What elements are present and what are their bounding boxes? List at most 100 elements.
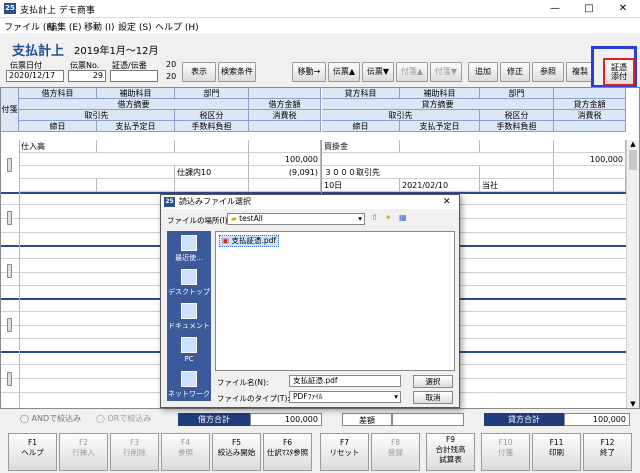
add-button[interactable]: 追加 (468, 62, 498, 82)
cell-credit-memo[interactable] (322, 153, 554, 166)
cell-debit-memo[interactable] (19, 153, 249, 166)
select-button[interactable]: 選択 (413, 375, 453, 388)
fkey-label: 登録 (388, 448, 403, 457)
desktop-icon (181, 269, 197, 285)
look-in-select[interactable]: ▰ testAll ▾ (227, 213, 365, 225)
maximize-button[interactable]: □ (572, 0, 606, 18)
cell-debit-close[interactable] (19, 179, 97, 192)
f12-exit-button[interactable]: F12 終了 (583, 433, 632, 471)
year-bottom: 20 (166, 72, 177, 81)
cell-debit-dept[interactable] (175, 140, 249, 153)
f2-insert-row-button[interactable]: F2 行挿入 (59, 433, 108, 471)
view-menu-icon[interactable]: ▦ (399, 213, 407, 222)
f1-help-button[interactable]: F1 ヘルプ (8, 433, 57, 471)
cell-credit-account[interactable]: 買掛金 (322, 140, 400, 153)
hdr-credit-sub: 補助科目 (400, 88, 480, 99)
f11-print-button[interactable]: F11 印刷 (532, 433, 581, 471)
dialog-app-icon: 25 (164, 197, 175, 207)
scroll-thumb[interactable] (629, 150, 637, 170)
slip-up-button[interactable]: 伝票▲ (328, 62, 360, 82)
dialog-close-button[interactable]: ✕ (443, 195, 451, 209)
credit-total-value: 100,000 (564, 413, 630, 426)
cell-credit-fee[interactable]: 当社 (480, 179, 554, 192)
cell-debit-partner[interactable] (19, 166, 175, 179)
f3-delete-row-button[interactable]: F3 行削除 (110, 433, 159, 471)
move-button[interactable]: 移動→ (292, 62, 326, 82)
proof-field[interactable] (110, 70, 158, 82)
cell-debit-amount[interactable]: 100,000 (249, 153, 321, 166)
cell-debit-paydate[interactable] (97, 179, 175, 192)
file-item-name: 支払証憑.pdf (231, 236, 277, 245)
places-bar: 最近使... デスクトップ ドキュメント PC ネットワーク (167, 231, 211, 401)
menu-settings[interactable]: 設定 (S) (118, 20, 152, 33)
cell-credit-sub[interactable] (400, 140, 480, 153)
cell-credit-blank2[interactable] (554, 179, 626, 192)
menu-edit[interactable]: 編集 (E) (48, 20, 82, 33)
menu-help[interactable]: ヘルプ (H) (155, 20, 199, 33)
row-marker[interactable] (7, 318, 12, 332)
f5-filter-start-button[interactable]: F5 絞込み開始 (212, 433, 261, 471)
cell-credit-amount[interactable]: 100,000 (554, 153, 626, 166)
filetype-label: ファイルのタイプ(T): (217, 394, 290, 403)
search-conditions-button[interactable]: 検索条件 (218, 62, 256, 82)
slip-down-button[interactable]: 伝票▼ (362, 62, 394, 82)
filetype-select[interactable]: PDFﾌｧｲﾙ ▾ (289, 391, 401, 403)
hdr-debit-account: 借方科目 (19, 88, 97, 99)
f10-tag-button[interactable]: F10 付箋 (481, 433, 530, 471)
date-field[interactable]: 2020/12/17 (6, 70, 64, 82)
and-filter-radio[interactable]: ◯ ANDで絞込み (20, 413, 81, 424)
cell-credit-close[interactable]: 10日 (322, 179, 400, 192)
fkey-code: F5 (231, 438, 242, 447)
cell-debit-sub[interactable] (97, 140, 175, 153)
f9-trial-balance-button[interactable]: F9 合計残高 試算表 (426, 433, 475, 471)
file-list[interactable]: ▣ 支払証憑.pdf (215, 231, 455, 371)
cell-credit-taxclass[interactable] (480, 166, 554, 179)
cancel-button[interactable]: 取消 (413, 391, 453, 404)
f4-reference-button[interactable]: F4 参照 (161, 433, 210, 471)
tag-down-button[interactable]: 付箋▼ (430, 62, 462, 82)
edit-button[interactable]: 修正 (500, 62, 530, 82)
row-marker[interactable] (7, 264, 12, 278)
cell-debit-blank2[interactable] (249, 179, 321, 192)
row-marker[interactable] (7, 211, 12, 225)
cell-credit-tax[interactable] (554, 166, 626, 179)
display-button[interactable]: 表示 (182, 62, 216, 82)
or-filter-radio[interactable]: ◯ ORで絞込み (96, 413, 151, 424)
reference-button[interactable]: 参照 (532, 62, 564, 82)
file-item[interactable]: ▣ 支払証憑.pdf (219, 235, 280, 247)
slip-no-field[interactable]: 29 (68, 70, 106, 82)
menu-move[interactable]: 移動 (I) (84, 20, 115, 33)
fkey-code: F12 (600, 438, 615, 447)
diff-label: 差額 (342, 413, 392, 426)
f6-journal-master-button[interactable]: F6 仕訳ﾏｽﾀ参照 (263, 433, 312, 471)
cell-debit-account[interactable]: 仕入高 (19, 140, 97, 153)
cell-credit-partner[interactable]: ３０００取引先 (322, 166, 480, 179)
scroll-down-icon[interactable]: ▼ (627, 400, 639, 408)
place-network[interactable]: ネットワーク (167, 367, 211, 407)
new-folder-icon[interactable]: ✦ (385, 213, 392, 222)
minimize-button[interactable]: — (538, 0, 572, 18)
cell-debit-tax[interactable]: (9,091) (249, 166, 321, 179)
filetype-value: PDFﾌｧｲﾙ (293, 392, 323, 401)
scroll-up-icon[interactable]: ▲ (627, 140, 639, 148)
cell-credit-blank[interactable] (554, 140, 626, 153)
dialog-title: 読込みファイル選択 (161, 195, 459, 209)
attach-evidence-button[interactable]: 証憑 添付 (603, 58, 635, 86)
cell-debit-blank[interactable] (249, 140, 321, 153)
duplicate-button[interactable]: 複製 (566, 62, 594, 82)
cell-debit-taxclass[interactable]: 仕課内10 (175, 166, 249, 179)
filename-input[interactable]: 支払証憑.pdf (289, 375, 401, 387)
f8-register-button[interactable]: F8 登録 (371, 433, 420, 471)
f7-reset-button[interactable]: F7 リセット (320, 433, 369, 471)
close-button[interactable]: ✕ (606, 0, 640, 18)
grid-scrollbar[interactable]: ▲ ▼ (626, 140, 639, 408)
up-folder-icon[interactable]: ⇧ (371, 213, 378, 222)
cell-credit-paydate[interactable]: 2021/02/10 (400, 179, 480, 192)
cell-debit-fee[interactable] (175, 179, 249, 192)
row-marker[interactable] (7, 158, 12, 172)
hdr-debit-taxclass: 税区分 (175, 110, 249, 121)
tag-up-button[interactable]: 付箋▲ (396, 62, 428, 82)
hdr-credit-amount: 貸方金額 (554, 99, 626, 110)
row-marker[interactable] (7, 372, 12, 386)
cell-credit-dept[interactable] (480, 140, 554, 153)
